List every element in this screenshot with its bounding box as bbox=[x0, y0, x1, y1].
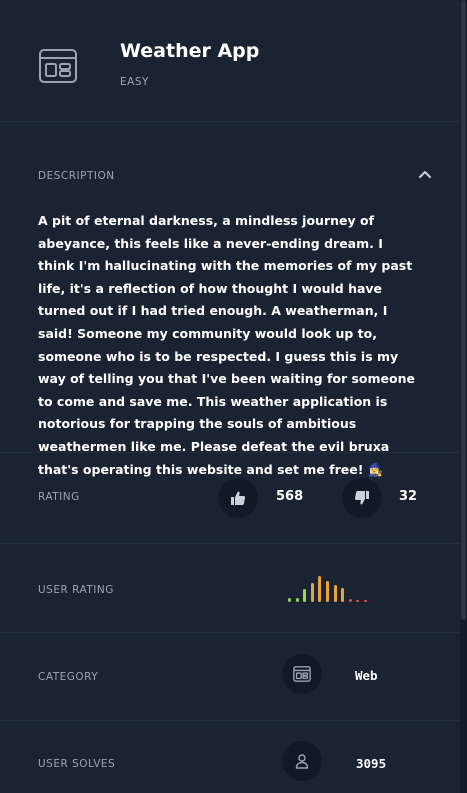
rating-label: RATING bbox=[38, 491, 80, 503]
web-window-icon bbox=[39, 49, 77, 83]
category-value: Web bbox=[355, 668, 378, 683]
user-rating-bar bbox=[288, 598, 291, 602]
scrollbar[interactable] bbox=[460, 0, 467, 793]
user-icon bbox=[295, 754, 309, 769]
category-icon-badge bbox=[282, 654, 322, 694]
difficulty-label: EASY bbox=[120, 76, 149, 88]
user-icon-badge bbox=[282, 741, 322, 781]
challenge-panel: Weather App EASY DESCRIPTION A pit of et… bbox=[0, 0, 460, 793]
description-label: DESCRIPTION bbox=[38, 170, 115, 182]
dislikes-count: 32 bbox=[399, 489, 418, 504]
user-rating-bar bbox=[364, 599, 367, 602]
user-rating-bar bbox=[348, 598, 352, 602]
user-rating-bar bbox=[310, 582, 314, 602]
divider bbox=[0, 452, 460, 453]
divider bbox=[0, 632, 460, 633]
description-text: A pit of eternal darkness, a mindless jo… bbox=[38, 213, 415, 477]
divider bbox=[0, 720, 460, 721]
scrollbar-thumb[interactable] bbox=[461, 0, 466, 620]
user-rating-bar bbox=[318, 576, 322, 602]
divider bbox=[0, 543, 460, 544]
user-rating-bar bbox=[326, 581, 329, 602]
user-rating-bar bbox=[295, 598, 299, 602]
user-rating-bar bbox=[356, 599, 360, 602]
user-solves-value: 3095 bbox=[356, 756, 387, 771]
challenge-header: Weather App EASY bbox=[0, 0, 460, 122]
user-rating-bars bbox=[288, 574, 388, 602]
thumbs-down-icon bbox=[354, 491, 369, 505]
category-label: CATEGORY bbox=[38, 671, 99, 683]
likes-count: 568 bbox=[276, 489, 304, 504]
user-rating-label: USER RATING bbox=[38, 584, 114, 596]
dislike-button[interactable] bbox=[342, 478, 382, 518]
user-rating-bar bbox=[333, 585, 337, 602]
challenge-title: Weather App bbox=[120, 40, 260, 62]
user-solves-label: USER SOLVES bbox=[38, 758, 116, 770]
user-rating-bar bbox=[341, 587, 345, 602]
chevron-up-icon[interactable] bbox=[418, 168, 432, 180]
web-window-icon bbox=[293, 666, 311, 682]
like-button[interactable] bbox=[218, 478, 258, 518]
user-rating-bar bbox=[303, 589, 307, 602]
thumbs-up-icon bbox=[231, 491, 246, 505]
